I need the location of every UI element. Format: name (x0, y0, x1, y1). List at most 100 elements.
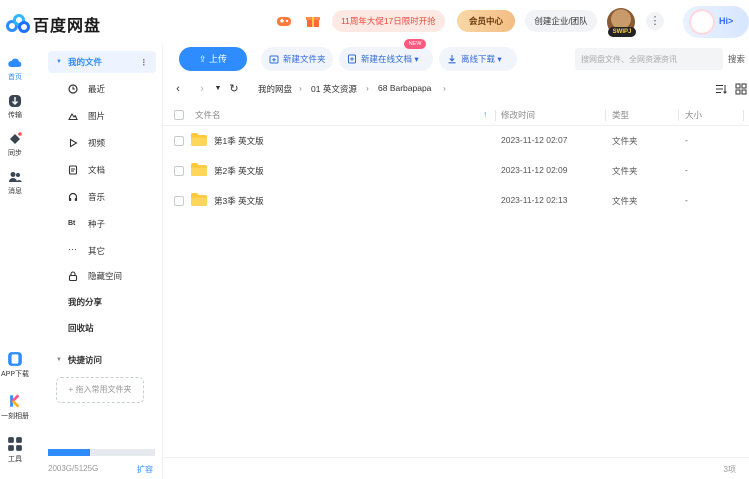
image-icon (68, 112, 78, 121)
refresh-icon[interactable]: ↻ (227, 82, 241, 96)
sidebar-item-documents[interactable]: 文档 (48, 159, 156, 181)
select-all-checkbox[interactable] (174, 110, 184, 120)
column-divider[interactable] (605, 110, 606, 121)
app-title: 百度网盘 (33, 18, 102, 35)
rail-item-label: 首页 (8, 74, 22, 81)
app-logo[interactable]: 百度网盘 (6, 12, 101, 36)
rail-item-label: 消息 (8, 188, 22, 195)
breadcrumb-item[interactable]: 01 英文资源 (311, 83, 357, 95)
rail-item-app-download[interactable]: APP下载 (0, 351, 30, 379)
file-size: - (685, 135, 688, 145)
sidebar-item-my-share[interactable]: 我的分享 (48, 291, 156, 313)
cloud-home-icon (8, 58, 22, 67)
search-input[interactable] (575, 48, 723, 70)
expand-storage-link[interactable]: 扩容 (137, 464, 153, 475)
dropdown-caret-icon: ▾ (497, 54, 502, 64)
row-checkbox[interactable] (174, 136, 184, 146)
document-icon (68, 165, 78, 175)
app-download-icon (8, 352, 22, 366)
sidebar-item-hidden-space[interactable]: 隐藏空间 (48, 265, 156, 287)
grid-view-icon[interactable] (735, 83, 747, 95)
rail-item-album[interactable]: 一刻相册 (0, 393, 30, 421)
column-header-size[interactable]: 大小 (685, 109, 702, 121)
gift-icon[interactable] (305, 13, 321, 29)
sidebar-item-label: 音乐 (88, 192, 106, 202)
gamepad-icon[interactable] (276, 13, 292, 29)
sidebar-root-my-files[interactable]: ▼ 我的文件 ⋮ (48, 51, 156, 73)
rail-item-label: 一刻相册 (1, 413, 29, 420)
new-online-doc-button[interactable]: 新建在线文档 ▾ (339, 47, 433, 71)
drop-frequent-folder-zone[interactable]: + 拖入常用文件夹 (56, 377, 144, 403)
avatar[interactable]: SWIPJ (607, 8, 636, 37)
folder-icon (191, 133, 207, 146)
caret-down-icon: ▼ (56, 357, 62, 363)
rail-item-transfer[interactable]: 传输 (0, 94, 30, 120)
assistant-button[interactable]: Hi> (683, 6, 749, 38)
table-row[interactable]: 第2季 英文版 2023-11-12 02:09 文件夹 - (163, 156, 749, 186)
dropdown-caret-icon: ▾ (414, 54, 419, 64)
create-business-button[interactable]: 创建企业/团队 (525, 10, 597, 32)
sidebar-item-label: 文档 (88, 165, 106, 175)
history-dropdown-icon[interactable]: ▼ (211, 82, 225, 96)
sidebar-item-label: 隐藏空间 (88, 271, 123, 281)
file-name[interactable]: 第1季 英文版 (214, 135, 264, 147)
upload-button[interactable]: ⇪ 上传 (179, 47, 247, 71)
sidebar-item-others[interactable]: ··· 其它 (48, 240, 156, 262)
upload-icon: ⇪ (198, 54, 210, 64)
new-folder-label: 新建文件夹 (283, 54, 326, 64)
sidebar-item-recent[interactable]: 最近 (48, 78, 156, 100)
column-header-name[interactable]: 文件名 (195, 109, 221, 121)
row-checkbox[interactable] (174, 196, 184, 206)
kebab-icon[interactable]: ⋮ (140, 51, 149, 73)
title-bar: 百度网盘 11周年大促17日限时开抢 会员中心 创建企业/团队 SWIPJ ⋮ … (0, 0, 749, 44)
promo-banner[interactable]: 11周年大促17日限时开抢 (332, 10, 445, 32)
rail-item-message[interactable]: 消息 (0, 170, 30, 196)
search-button[interactable]: 搜索 (728, 53, 745, 65)
status-footer: 3项 (163, 457, 749, 479)
headphones-icon (68, 192, 78, 201)
rail-item-label: 传输 (8, 112, 22, 119)
sidebar-quick-access[interactable]: ▼ 快捷访问 (48, 349, 156, 371)
sidebar: ▼ 我的文件 ⋮ 最近 图片 视频 文档 音乐 Bt 种子 ··· 其它 隐藏空… (42, 44, 162, 479)
file-name[interactable]: 第3季 英文版 (214, 195, 264, 207)
sidebar-item-label: 其它 (88, 246, 106, 256)
new-badge: NEW (404, 39, 426, 49)
sidebar-item-videos[interactable]: 视频 (48, 132, 156, 154)
sidebar-item-music[interactable]: 音乐 (48, 186, 156, 208)
column-divider[interactable] (678, 110, 679, 121)
more-menu-button[interactable]: ⋮ (646, 12, 664, 30)
breadcrumb-current[interactable]: 68 Barbapapa (378, 83, 431, 93)
offline-download-label: 离线下载 (461, 54, 496, 64)
file-modified-time: 2023-11-12 02:07 (501, 135, 568, 145)
item-count: 3项 (723, 465, 736, 474)
sidebar-item-torrents[interactable]: Bt 种子 (48, 213, 156, 235)
table-row[interactable]: 第1季 英文版 2023-11-12 02:07 文件夹 - (163, 126, 749, 156)
back-arrow-icon[interactable]: ‹ (171, 82, 185, 96)
column-header-type[interactable]: 类型 (612, 109, 629, 121)
breadcrumb-item[interactable]: 我的网盘 (258, 83, 292, 95)
row-checkbox[interactable] (174, 166, 184, 176)
storage-quota-fill (48, 449, 90, 456)
file-size: - (685, 195, 688, 205)
offline-download-button[interactable]: 离线下载 ▾ (439, 47, 517, 71)
vip-center-button[interactable]: 会员中心 (457, 10, 515, 32)
sidebar-item-images[interactable]: 图片 (48, 105, 156, 127)
sort-ascending-icon[interactable]: ↑ (483, 109, 487, 119)
rail-item-home[interactable]: 首页 (0, 56, 30, 82)
column-header-time[interactable]: 修改时间 (501, 109, 535, 121)
sidebar-item-label: 快捷访问 (68, 355, 103, 365)
table-row[interactable]: 第3季 英文版 2023-11-12 02:13 文件夹 - (163, 186, 749, 216)
rail-item-tools[interactable]: 工具 (0, 436, 30, 464)
file-name[interactable]: 第2季 英文版 (214, 165, 264, 177)
rail-item-sync[interactable]: 同步 (0, 132, 30, 158)
sidebar-item-recycle-bin[interactable]: 回收站 (48, 317, 156, 339)
sort-list-icon[interactable] (715, 83, 727, 95)
rail-item-label: APP下载 (0, 371, 29, 378)
table-header: 文件名 ↑ 修改时间 类型 大小 (163, 104, 749, 126)
column-divider[interactable] (495, 110, 496, 121)
column-divider[interactable] (743, 110, 744, 121)
forward-arrow-icon[interactable]: › (195, 82, 209, 96)
sidebar-item-label: 种子 (88, 219, 106, 229)
download-icon (448, 55, 456, 64)
new-folder-button[interactable]: 新建文件夹 (261, 47, 333, 71)
